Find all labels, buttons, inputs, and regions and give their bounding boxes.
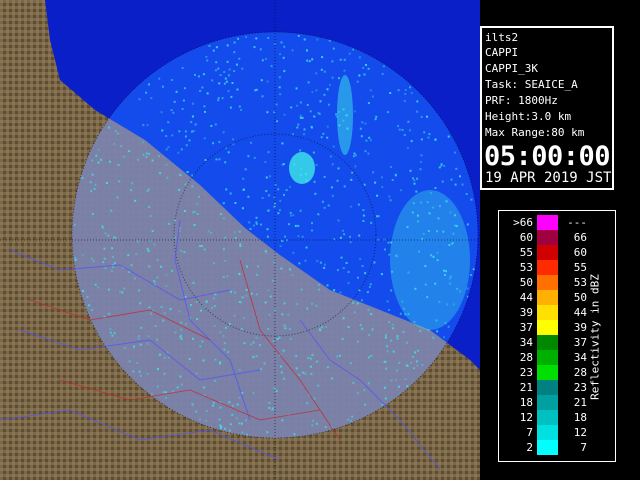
legend-swatch <box>537 335 558 350</box>
legend-swatch <box>537 290 558 305</box>
legend-low-label: 23 <box>519 366 533 379</box>
legend-swatch <box>537 380 558 395</box>
legend-swatch <box>537 440 558 455</box>
legend-low-label: >66 <box>513 216 533 229</box>
legend-title: Reflectivity in dBZ <box>588 274 602 400</box>
info-max-range: Max Range:80 km <box>485 126 585 139</box>
legend-high-label: 53 <box>573 276 587 289</box>
legend-swatch <box>537 260 558 275</box>
legend-swatch <box>537 215 558 230</box>
legend-low-label: 37 <box>519 321 533 334</box>
legend-high-label: 39 <box>573 321 587 334</box>
info-site: ilts2 <box>485 31 519 44</box>
legend-high-label: 34 <box>573 351 587 364</box>
color-legend: >66 --- 60 66 55 60 53 55 50 53 44 50 39 44 37 39 34 37 28… <box>498 210 616 462</box>
legend-high-label: --- <box>567 216 587 229</box>
legend-swatch <box>537 395 558 410</box>
legend-low-label: 53 <box>519 261 533 274</box>
legend-swatch <box>537 275 558 290</box>
legend-low-label: 7 <box>526 426 533 439</box>
legend-swatch <box>537 350 558 365</box>
legend-low-label: 55 <box>519 246 533 259</box>
info-panel: ilts2 CAPPI CAPPI_3K Task: SEAICE_A PRF:… <box>480 26 614 190</box>
legend-swatch <box>537 305 558 320</box>
legend-swatch <box>537 230 558 245</box>
legend-low-label: 18 <box>519 396 533 409</box>
legend-low-label: 39 <box>519 306 533 319</box>
legend-high-label: 37 <box>573 336 587 349</box>
legend-low-label: 60 <box>519 231 533 244</box>
legend-swatch <box>537 320 558 335</box>
legend-high-label: 66 <box>573 231 587 244</box>
legend-high-label: 50 <box>573 291 587 304</box>
info-height: Height:3.0 km <box>485 110 572 123</box>
legend-high-label: 12 <box>573 426 587 439</box>
legend-swatch <box>537 245 558 260</box>
legend-high-label: 28 <box>573 366 587 379</box>
legend-high-label: 55 <box>573 261 587 274</box>
legend-low-label: 12 <box>519 411 533 424</box>
legend-low-label: 34 <box>519 336 533 349</box>
radar-map-svg <box>0 0 480 480</box>
legend-high-label: 21 <box>573 396 587 409</box>
legend-swatch <box>537 365 558 380</box>
legend-high-label: 18 <box>573 411 587 424</box>
legend-high-label: 7 <box>580 441 587 454</box>
legend-low-label: 21 <box>519 381 533 394</box>
legend-swatch <box>537 410 558 425</box>
radar-map <box>0 0 480 480</box>
legend-high-label: 44 <box>573 306 587 319</box>
legend-low-label: 2 <box>526 441 533 454</box>
observation-time: 05:00:00 <box>484 141 611 172</box>
legend-low-label: 44 <box>519 291 533 304</box>
info-product: CAPPI <box>485 46 519 59</box>
info-product-name: CAPPI_3K <box>485 62 538 75</box>
info-task: Task: SEAICE_A <box>485 78 578 91</box>
info-prf: PRF: 1800Hz <box>485 94 558 107</box>
legend-high-label: 60 <box>573 246 587 259</box>
legend-swatch <box>537 425 558 440</box>
legend-low-label: 28 <box>519 351 533 364</box>
legend-high-label: 23 <box>573 381 587 394</box>
legend-low-label: 50 <box>519 276 533 289</box>
observation-date: 19 APR 2019 JST <box>485 170 612 186</box>
